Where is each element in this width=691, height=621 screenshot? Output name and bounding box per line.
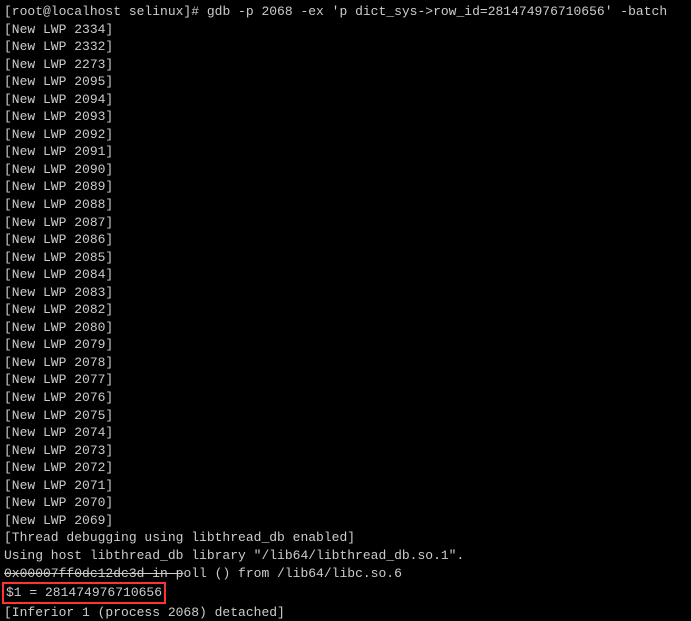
- lwp-line: [New LWP 2088]: [4, 196, 687, 214]
- lwp-line: [New LWP 2074]: [4, 424, 687, 442]
- lwp-line: [New LWP 2084]: [4, 266, 687, 284]
- poll-line: 0x00007ff0dc12dc3d in poll () from /lib6…: [4, 565, 687, 583]
- command-line[interactable]: [root@localhost selinux]# gdb -p 2068 -e…: [4, 3, 687, 21]
- lwp-line: [New LWP 2092]: [4, 126, 687, 144]
- lwp-line: [New LWP 2086]: [4, 231, 687, 249]
- lwp-line: [New LWP 2078]: [4, 354, 687, 372]
- poll-address-strike: 0x00007ff0dc12dc3d in p: [4, 566, 183, 581]
- lwp-line: [New LWP 2091]: [4, 143, 687, 161]
- lwp-line: [New LWP 2085]: [4, 249, 687, 267]
- lwp-line: [New LWP 2071]: [4, 477, 687, 495]
- result-line-wrapper: $1 = 281474976710656: [4, 582, 687, 604]
- host-lib-line: Using host libthread_db library "/lib64/…: [4, 547, 687, 565]
- lwp-line: [New LWP 2076]: [4, 389, 687, 407]
- shell-prompt: [root@localhost selinux]#: [4, 4, 207, 19]
- lwp-line: [New LWP 2082]: [4, 301, 687, 319]
- lwp-list: [New LWP 2334][New LWP 2332][New LWP 227…: [4, 21, 687, 530]
- thread-debug-line: [Thread debugging using libthread_db ena…: [4, 529, 687, 547]
- command-text: gdb -p 2068 -ex 'p dict_sys->row_id=2814…: [207, 4, 667, 19]
- lwp-line: [New LWP 2090]: [4, 161, 687, 179]
- lwp-line: [New LWP 2334]: [4, 21, 687, 39]
- lwp-line: [New LWP 2075]: [4, 407, 687, 425]
- lwp-line: [New LWP 2094]: [4, 91, 687, 109]
- inferior-line: [Inferior 1 (process 2068) detached]: [4, 604, 687, 621]
- lwp-line: [New LWP 2077]: [4, 371, 687, 389]
- lwp-line: [New LWP 2095]: [4, 73, 687, 91]
- lwp-line: [New LWP 2093]: [4, 108, 687, 126]
- poll-rest: oll () from /lib64/libc.so.6: [183, 566, 401, 581]
- lwp-line: [New LWP 2087]: [4, 214, 687, 232]
- lwp-line: [New LWP 2079]: [4, 336, 687, 354]
- lwp-line: [New LWP 2069]: [4, 512, 687, 530]
- lwp-line: [New LWP 2073]: [4, 442, 687, 460]
- lwp-line: [New LWP 2080]: [4, 319, 687, 337]
- lwp-line: [New LWP 2083]: [4, 284, 687, 302]
- lwp-line: [New LWP 2089]: [4, 178, 687, 196]
- lwp-line: [New LWP 2072]: [4, 459, 687, 477]
- lwp-line: [New LWP 2332]: [4, 38, 687, 56]
- result-highlight: $1 = 281474976710656: [2, 582, 166, 604]
- lwp-line: [New LWP 2273]: [4, 56, 687, 74]
- lwp-line: [New LWP 2070]: [4, 494, 687, 512]
